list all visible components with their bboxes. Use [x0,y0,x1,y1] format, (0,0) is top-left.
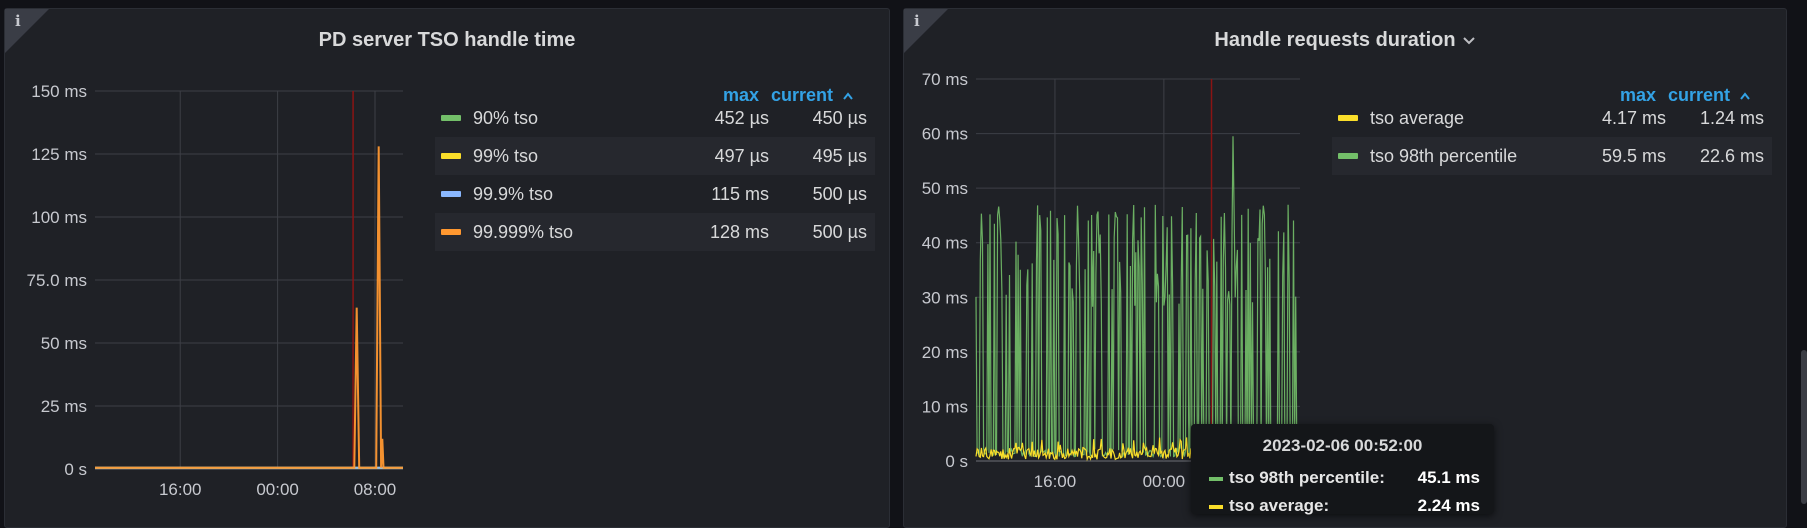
info-icon[interactable]: i [15,12,21,30]
legend-current-value: 500 µs [812,222,867,242]
legend-swatch [441,191,461,197]
y-tick-label: 0 s [64,460,87,479]
y-tick-label: 20 ms [922,343,968,362]
tooltip-series-name: tso average: [1229,496,1330,515]
tooltip-swatch [1209,477,1223,481]
legend-row[interactable]: 99% tso 497 µs 495 µs [435,137,875,175]
legend-swatch [1338,153,1358,159]
y-tick-label: 75.0 ms [27,271,87,290]
legend-current-value: 495 µs [812,146,867,166]
panel-title[interactable]: Handle requests duration [904,29,1786,52]
x-tick-label: 00:00 [256,480,299,499]
panel-pd-server-tso-handle-time: i PD server TSO handle time 0 s 25 ms 50 m… [4,8,890,528]
legend-swatch [1338,115,1358,121]
legend-series-name[interactable]: tso average [1370,108,1464,129]
x-tick-label: 16:00 [1034,472,1077,491]
chart-pd-server-tso-handle-time[interactable]: 0 s 25 ms 50 ms 75.0 ms 100 ms 125 ms 150 ms 16… [5,69,425,499]
panel-title-text[interactable]: Handle requests duration [1214,29,1455,51]
series-line [95,146,403,469]
y-tick-label: 40 ms [922,234,968,253]
tooltip-row: tso average: 2.24 ms [1209,496,1480,518]
legend-row[interactable]: tso average 4.17 ms 1.24 ms [1332,99,1772,137]
legend-current-value: 500 µs [812,184,867,204]
legend-series-name[interactable]: tso 98th percentile [1370,146,1517,167]
x-tick-label: 00:00 [1143,472,1186,491]
y-tick-label: 100 ms [31,208,87,227]
legend-max-value: 115 ms [711,184,769,204]
y-tick-label: 30 ms [922,288,968,307]
y-tick-label: 70 ms [922,70,968,89]
series-line [975,136,1301,459]
legend-series-name[interactable]: 99.9% tso [473,184,553,205]
y-tick-label: 50 ms [41,334,87,353]
legend-current-value: 450 µs [812,108,867,128]
panel-title[interactable]: PD server TSO handle time [5,29,889,52]
legend-current-value: 1.24 ms [1699,108,1764,128]
legend-row[interactable]: 90% tso 452 µs 450 µs [435,99,875,137]
tooltip-series-name: tso 98th percentile: [1229,468,1385,487]
legend-max-value: 452 µs [714,108,769,128]
info-icon[interactable]: i [914,12,920,30]
y-tick-label: 60 ms [922,125,968,144]
legend-swatch [441,115,461,121]
graph-tooltip: 2023-02-06 00:52:00 tso 98th percentile:… [1191,424,1494,515]
panel-title-text[interactable]: PD server TSO handle time [319,29,576,51]
legend-series-name[interactable]: 99% tso [473,146,538,167]
x-tick-label: 08:00 [354,480,397,499]
legend-row[interactable]: 99.999% tso 128 ms 500 µs [435,213,875,251]
chevron-down-icon[interactable] [1462,36,1476,46]
tooltip-series-value: 2.24 ms [1417,496,1480,515]
y-tick-label: 150 ms [31,82,87,101]
y-tick-label: 125 ms [31,145,87,164]
legend-max-value: 59.5 ms [1601,146,1666,166]
tooltip-swatch [1209,505,1223,509]
legend-swatch [441,153,461,159]
tooltip-series-value: 45.1 ms [1417,468,1480,487]
tooltip-time: 2023-02-06 00:52:00 [1262,436,1423,455]
legend-max-value: 128 ms [709,222,769,242]
page-scrollbar[interactable] [1801,350,1807,504]
legend-max-value: 4.17 ms [1601,108,1666,128]
y-tick-label: 0 s [945,452,968,471]
legend-row[interactable]: 99.9% tso 115 ms 500 µs [435,175,875,213]
legend-max-value: 497 µs [714,146,769,166]
y-tick-label: 10 ms [922,397,968,416]
y-tick-label: 25 ms [41,397,87,416]
y-tick-label: 50 ms [922,179,968,198]
legend-current-value: 22.6 ms [1699,146,1764,166]
legend-series-name[interactable]: 99.999% tso [473,222,573,243]
x-tick-label: 16:00 [159,480,202,499]
legend-row[interactable]: tso 98th percentile 59.5 ms 22.6 ms [1332,137,1772,175]
legend-series-name[interactable]: 90% tso [473,108,538,129]
tooltip-row: tso 98th percentile: 45.1 ms [1209,468,1480,490]
legend-swatch [441,229,461,235]
